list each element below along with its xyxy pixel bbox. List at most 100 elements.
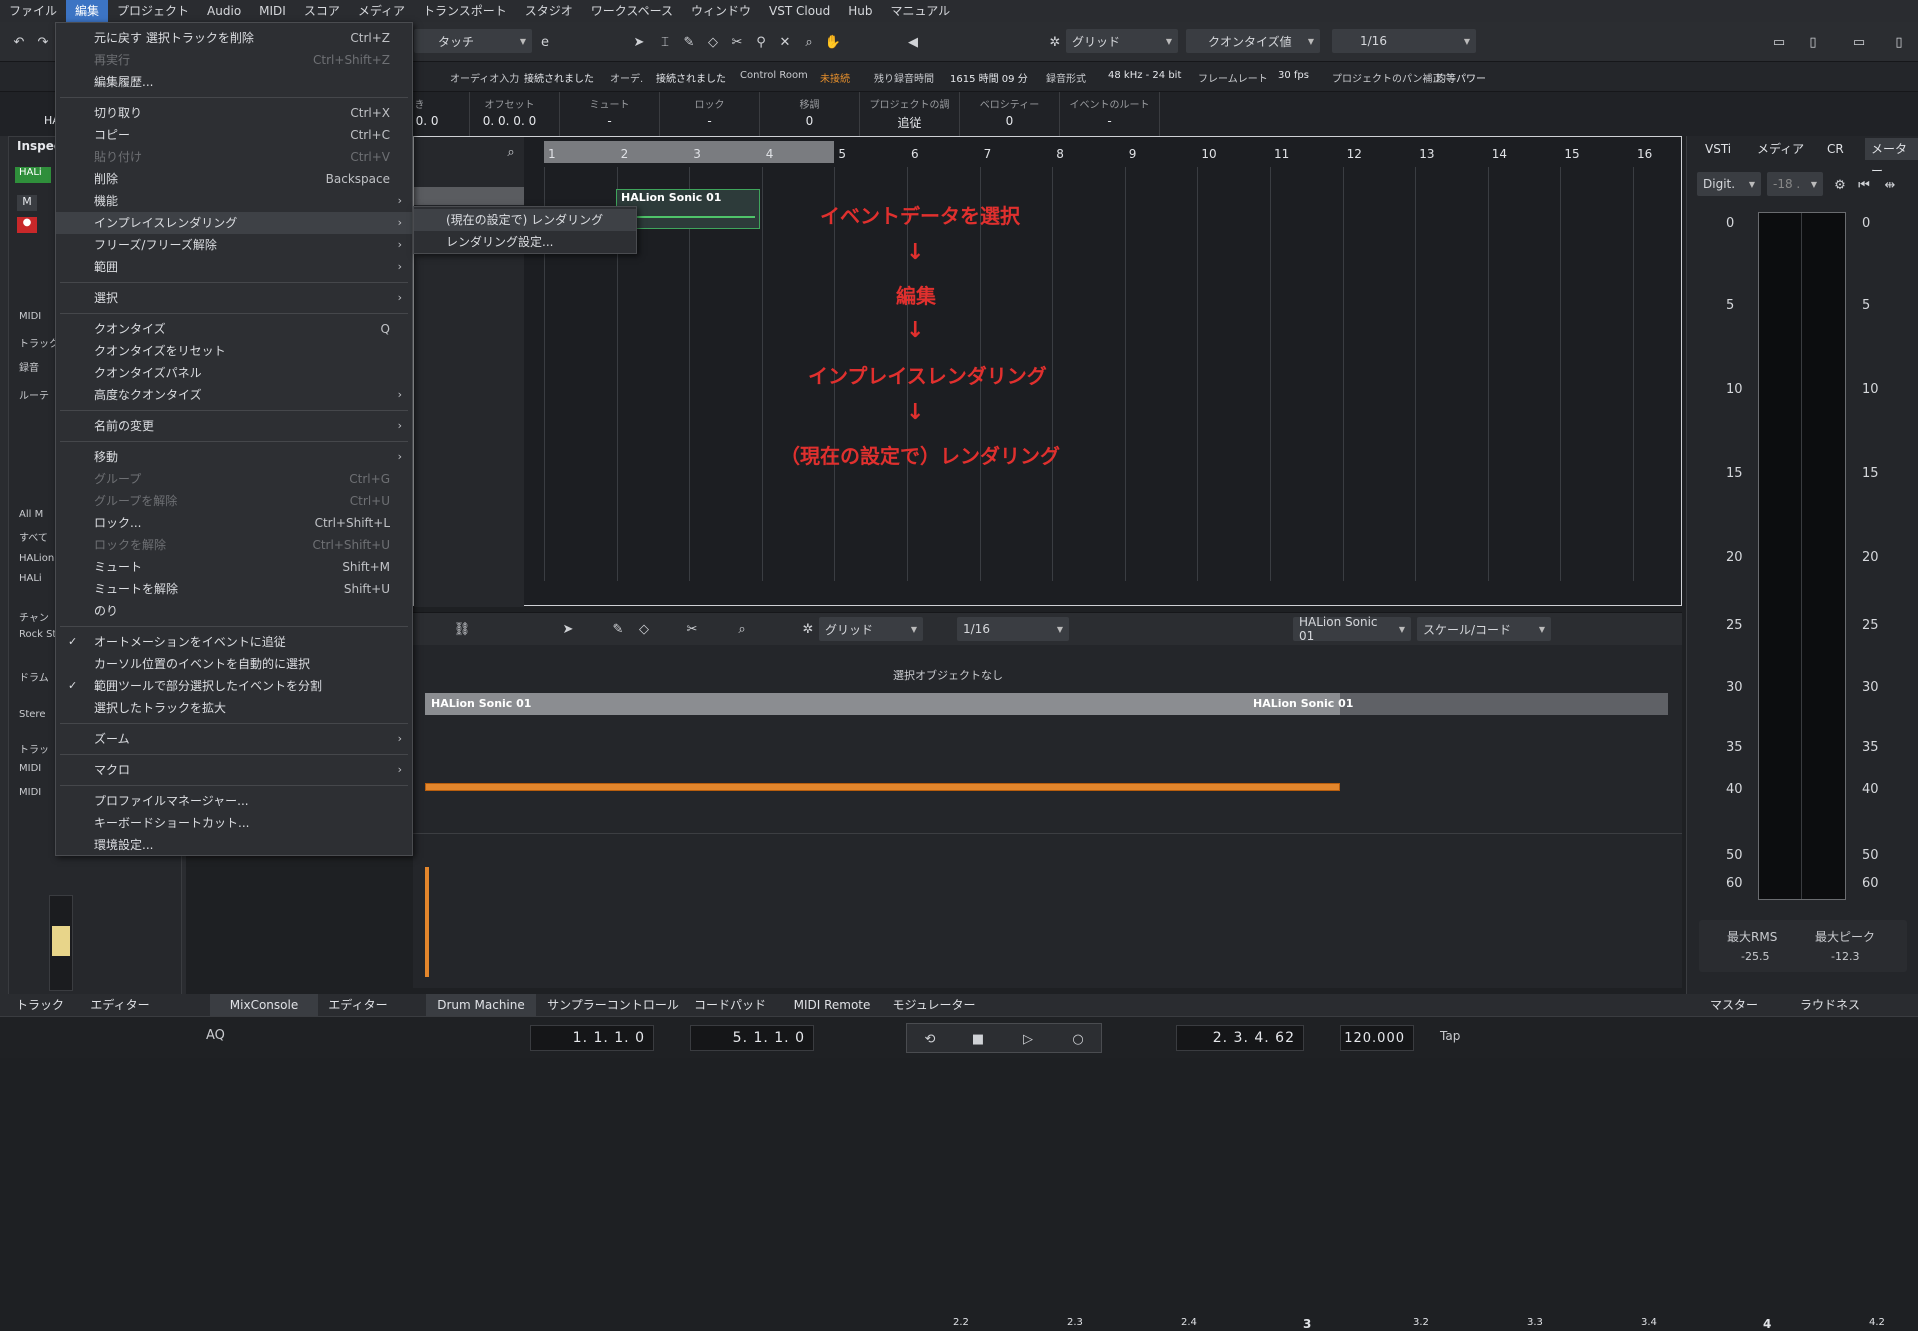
bottom-tab[interactable]: モジュレーター	[888, 994, 980, 1016]
editor-pencil-icon[interactable]: ✎	[609, 620, 627, 638]
editor-track-select[interactable]: HALion Sonic 01	[1293, 615, 1411, 643]
menu-7[interactable]: トランスポート	[414, 0, 516, 22]
lane-divider[interactable]	[413, 833, 1682, 834]
inspector-item[interactable]: HALi	[19, 573, 42, 584]
panel-bottom-icon[interactable]: ▭	[1850, 33, 1868, 51]
menu-item[interactable]: クオンタイズ Q	[56, 318, 412, 340]
menu-2[interactable]: プロジェクト	[108, 0, 198, 22]
menu-item[interactable]: 切り取り Ctrl+X	[56, 102, 412, 124]
menu-item[interactable]: マクロ ›	[56, 759, 412, 781]
settings-icon[interactable]: ⚙	[1831, 176, 1849, 194]
menu-item[interactable]: キーボードショートカット...	[56, 812, 412, 834]
mute-tool-icon[interactable]: ✕	[776, 33, 794, 51]
menu-item[interactable]: ミュート Shift+M	[56, 556, 412, 578]
reset-icon[interactable]: ⏮	[1855, 176, 1873, 194]
fader[interactable]	[49, 895, 73, 991]
track-name-badge[interactable]: HALi	[15, 167, 51, 183]
editor-select-tool-icon[interactable]: ➤	[559, 620, 577, 638]
menu-item[interactable]: 元に戻す 選択トラックを削除 Ctrl+Z	[56, 27, 412, 49]
left-locator[interactable]: 1. 1. 1. 0	[530, 1025, 654, 1051]
info-cell[interactable]: ベロシティー 0	[960, 92, 1060, 136]
speaker-icon[interactable]: ◀	[904, 33, 922, 51]
range-tool-icon[interactable]: ⌶	[656, 33, 674, 51]
menu-item[interactable]: グループ Ctrl+G	[56, 468, 412, 490]
eraser-icon[interactable]: ◇	[704, 33, 722, 51]
menu-12[interactable]: Hub	[839, 0, 881, 22]
inspector-item[interactable]: 録音	[19, 359, 39, 374]
bottom-tab[interactable]: ラウドネス	[1782, 994, 1878, 1016]
editor-scissors-icon[interactable]: ✂	[683, 620, 701, 638]
search-icon[interactable]: ⌕	[502, 143, 520, 161]
scissors-icon[interactable]: ✂	[728, 33, 746, 51]
midi-note[interactable]	[425, 783, 1340, 791]
editor-eraser-icon[interactable]: ◇	[635, 620, 653, 638]
bottom-tab[interactable]: Drum Machine	[426, 994, 536, 1016]
inspector-item[interactable]: チャン	[19, 609, 49, 624]
right-tab[interactable]: メディア	[1751, 138, 1810, 160]
cycle-icon[interactable]: ⟲	[921, 1030, 939, 1048]
tap-button[interactable]: Tap	[1440, 1029, 1460, 1043]
menu-item[interactable]: ✓ 範囲ツールで部分選択したイベントを分割	[56, 675, 412, 697]
menu-item[interactable]: プロファイルマネージャー...	[56, 790, 412, 812]
menu-item[interactable]: ズーム ›	[56, 728, 412, 750]
glue-icon[interactable]: ⚲	[752, 33, 770, 51]
menu-item[interactable]: 削除 Backspace	[56, 168, 412, 190]
midi-event[interactable]: HALion Sonic 01	[616, 189, 760, 229]
meter-type-select[interactable]: Digit.	[1697, 172, 1761, 196]
editor-zoom-icon[interactable]: ⌕	[733, 620, 751, 638]
edit-e-icon[interactable]: e	[536, 33, 554, 51]
menu-item[interactable]: 高度なクオンタイズ ›	[56, 384, 412, 406]
inspector-item[interactable]: トラック	[19, 335, 59, 350]
info-cell[interactable]: イベントのルート -	[1060, 92, 1160, 136]
menu-6[interactable]: メディア	[349, 0, 414, 22]
undo-icon[interactable]: ↶	[10, 33, 28, 51]
zoom-icon[interactable]: ⌕	[800, 33, 818, 51]
menu-item[interactable]: のり	[56, 600, 412, 622]
snap-type-select[interactable]: グリッド	[1066, 29, 1178, 53]
record-button[interactable]: ●	[17, 217, 37, 233]
menu-item[interactable]: 選択したトラックを拡大	[56, 697, 412, 719]
mute-button[interactable]: M	[17, 195, 37, 211]
pencil-icon[interactable]: ✎	[680, 33, 698, 51]
menu-item[interactable]: 貼り付け Ctrl+V	[56, 146, 412, 168]
position-display[interactable]: 2. 3. 4. 62	[1176, 1025, 1304, 1051]
right-locator[interactable]: 5. 1. 1. 0	[690, 1025, 814, 1051]
bottom-tab[interactable]: MIDI Remote	[786, 994, 878, 1016]
record-icon[interactable]: ○	[1069, 1030, 1087, 1048]
inspector-item[interactable]: MIDI	[19, 311, 41, 322]
inspector-item[interactable]: トラッ	[19, 741, 49, 756]
menu-0[interactable]: ファイル	[0, 0, 66, 22]
info-cell[interactable]: ミュート -	[560, 92, 660, 136]
menu-item[interactable]: インプレイスレンダリング ›	[56, 212, 412, 234]
inspector-item[interactable]: Stere	[19, 709, 45, 720]
expand-icon[interactable]: ⇹	[1881, 176, 1899, 194]
quantize-value-select[interactable]: 1/16	[1332, 29, 1476, 53]
info-cell[interactable]: オフセット 0. 0. 0. 0	[460, 92, 560, 136]
menu-3[interactable]: Audio	[198, 0, 250, 22]
menu-item[interactable]: 再実行 Ctrl+Shift+Z	[56, 49, 412, 71]
inspector-item[interactable]: MIDI	[19, 787, 41, 798]
bottom-tab[interactable]: マスター	[1686, 994, 1782, 1016]
menu-item[interactable]: ロックを解除 Ctrl+Shift+U	[56, 534, 412, 556]
menu-8[interactable]: スタジオ	[516, 0, 582, 22]
right-tab[interactable]: CR	[1821, 138, 1850, 160]
scale-chord-select[interactable]: スケール/コード	[1417, 617, 1551, 641]
automation-mode-select[interactable]: タッチ	[414, 29, 532, 53]
info-cell[interactable]: プロジェクトの調 追従	[860, 92, 960, 136]
info-cell[interactable]: ロック -	[660, 92, 760, 136]
velocity-bar[interactable]	[425, 867, 429, 977]
bottom-tab[interactable]: サンプラーコントロール	[540, 994, 686, 1016]
editor-snap-select[interactable]: グリッド	[819, 617, 923, 641]
inspector-item[interactable]: ルーテ	[19, 387, 49, 402]
menu-item[interactable]: 選択 ›	[56, 287, 412, 309]
inspector-item[interactable]: ドラム	[19, 669, 49, 684]
inspector-item[interactable]: MIDI	[19, 763, 41, 774]
project-ruler[interactable]: 1 2 3 4 5 6 7 8 9 10 11 12 13 14 15 16	[544, 141, 1661, 163]
menu-item[interactable]: ロック... Ctrl+Shift+L	[56, 512, 412, 534]
menu-item[interactable]: グループを解除 Ctrl+U	[56, 490, 412, 512]
inspector-item[interactable]: すべて	[19, 529, 48, 544]
menu-item[interactable]: 機能 ›	[56, 190, 412, 212]
editor-snap-icon[interactable]: ✲	[799, 620, 817, 638]
link-icon[interactable]: ⛓	[453, 620, 471, 638]
menu-item[interactable]: フリーズ/フリーズ解除 ›	[56, 234, 412, 256]
